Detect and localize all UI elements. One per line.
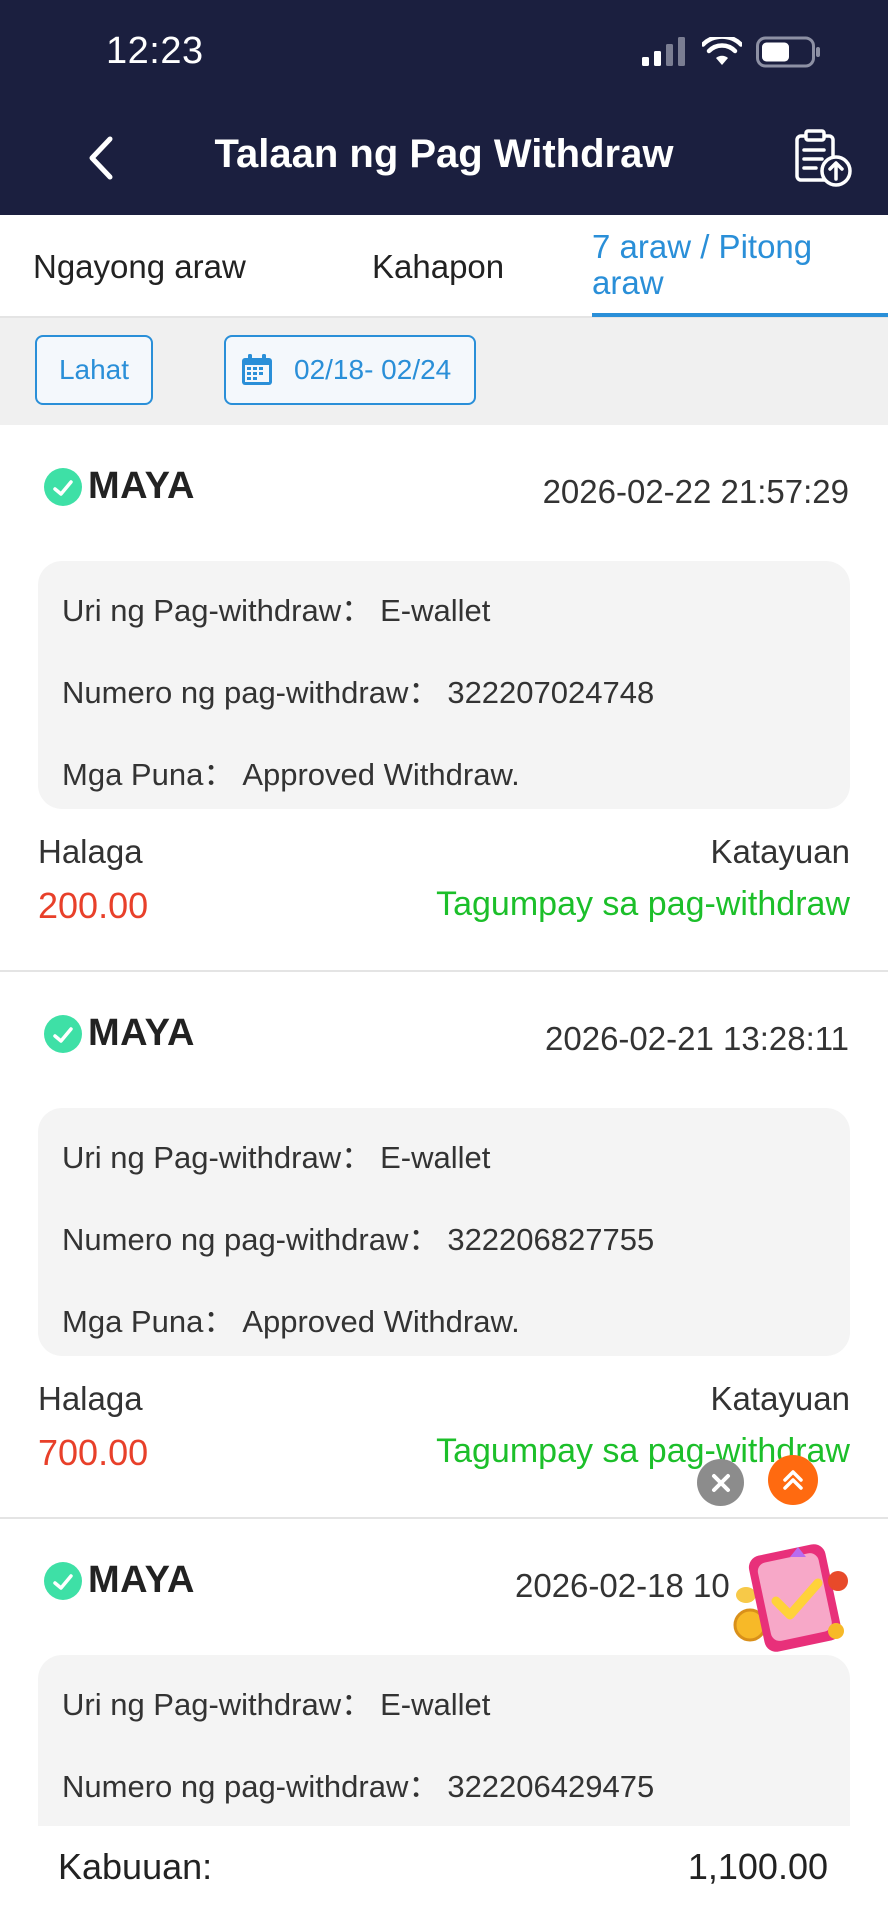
total-bar: Kabuuan: 1,100.00 xyxy=(0,1826,888,1920)
amount-label: Halaga xyxy=(38,1380,143,1417)
remarks-value: Approved Withdraw. xyxy=(242,757,520,792)
status-icons xyxy=(640,36,822,68)
provider-name: MAYA xyxy=(88,1559,195,1601)
filter-all-label: Lahat xyxy=(58,354,130,385)
clipboard-upload-icon xyxy=(795,129,852,187)
promo-task-icon[interactable] xyxy=(728,1535,858,1663)
withdraw-record[interactable]: MAYA 2026-02-21 13:28:11 Uri ng Pag-with… xyxy=(0,972,888,1519)
number-value: 322207024748 xyxy=(447,675,655,710)
record-datetime: 2026-02-22 21:57:29 xyxy=(542,473,849,510)
status-time: 12:23 xyxy=(106,30,204,72)
close-icon xyxy=(711,1473,730,1492)
status-label: Katayuan xyxy=(710,833,850,870)
type-label: Uri ng Pag-withdraw： xyxy=(62,1687,373,1722)
withdraw-record[interactable]: MAYA 2026-02-22 21:57:29 Uri ng Pag-with… xyxy=(0,425,888,972)
close-floating-button[interactable] xyxy=(697,1459,744,1506)
provider-name: MAYA xyxy=(88,465,195,507)
detail-remarks: Mga Puna： Approved Withdraw. xyxy=(62,749,520,794)
scroll-to-top-button[interactable] xyxy=(768,1455,818,1505)
detail-type: Uri ng Pag-withdraw： E-wallet xyxy=(62,585,490,630)
date-tabs: Ngayong araw Kahapon 7 araw / Pitong ara… xyxy=(0,215,888,318)
provider: MAYA xyxy=(44,1012,195,1055)
record-details: Uri ng Pag-withdraw： E-wallet Numero ng p… xyxy=(38,1655,850,1826)
detail-number: Numero ng pag-withdraw： 322207024748 xyxy=(62,667,654,712)
provider: MAYA xyxy=(44,465,195,508)
status-label: Katayuan xyxy=(710,1380,850,1417)
date-range-button[interactable]: 02/18- 02/24 xyxy=(224,335,476,405)
active-tab-indicator xyxy=(592,313,888,317)
maya-logo-icon xyxy=(44,467,82,506)
type-value: E-wallet xyxy=(380,1687,491,1722)
amount-label: Halaga xyxy=(38,833,143,870)
type-value: E-wallet xyxy=(380,1140,491,1175)
maya-logo-icon xyxy=(44,1014,82,1053)
page-title: Talaan ng Pag Withdraw xyxy=(214,132,674,176)
type-label: Uri ng Pag-withdraw： xyxy=(62,1140,373,1175)
double-chevron-up-icon xyxy=(783,1470,803,1490)
date-range-label: 02/18- 02/24 xyxy=(294,354,452,385)
type-value: E-wallet xyxy=(380,593,491,628)
detail-type: Uri ng Pag-withdraw： E-wallet xyxy=(62,1679,490,1724)
calendar-icon xyxy=(242,354,272,385)
status-value: Tagumpay sa pag-withdraw xyxy=(436,885,850,923)
detail-type: Uri ng Pag-withdraw： E-wallet xyxy=(62,1132,490,1177)
total-value: 1,100.00 xyxy=(687,1846,828,1887)
filter-bar: Lahat 02/18- 02/24 xyxy=(0,318,888,425)
number-label: Numero ng pag-withdraw： xyxy=(62,1222,440,1257)
record-details: Uri ng Pag-withdraw： E-wallet Numero ng p… xyxy=(38,561,850,809)
tab-seven-days[interactable]: 7 araw / Pitong araw xyxy=(592,215,872,318)
record-details: Uri ng Pag-withdraw： E-wallet Numero ng p… xyxy=(38,1108,850,1356)
battery-icon xyxy=(756,36,820,68)
wifi-icon xyxy=(702,37,742,65)
total-label: Kabuuan: xyxy=(58,1846,213,1887)
number-label: Numero ng pag-withdraw： xyxy=(62,1769,440,1804)
signal-icon xyxy=(642,37,685,66)
maya-logo-icon xyxy=(44,1561,82,1600)
record-datetime: 2026-02-21 13:28:11 xyxy=(545,1020,849,1057)
detail-number: Numero ng pag-withdraw： 322206827755 xyxy=(62,1214,654,1259)
tab-today[interactable]: Ngayong araw xyxy=(33,215,246,318)
number-label: Numero ng pag-withdraw： xyxy=(62,675,440,710)
filter-all-button[interactable]: Lahat xyxy=(35,335,153,405)
app-header: 12:23 Talaan ng Pag Withdraw xyxy=(0,0,888,215)
provider-name: MAYA xyxy=(88,1012,195,1054)
amount-value: 200.00 xyxy=(38,885,149,926)
title-row: Talaan ng Pag Withdraw xyxy=(0,118,888,198)
export-records-button[interactable] xyxy=(792,128,854,188)
type-label: Uri ng Pag-withdraw： xyxy=(62,593,373,628)
detail-number: Numero ng pag-withdraw： 322206429475 xyxy=(62,1761,654,1806)
provider: MAYA xyxy=(44,1559,195,1602)
tab-yesterday[interactable]: Kahapon xyxy=(372,215,504,318)
record-datetime: 2026-02-18 10 xyxy=(515,1567,730,1604)
remarks-label: Mga Puna： xyxy=(62,757,235,792)
remarks-label: Mga Puna： xyxy=(62,1304,235,1339)
amount-value: 700.00 xyxy=(38,1432,149,1473)
number-value: 322206429475 xyxy=(447,1769,655,1804)
number-value: 322206827755 xyxy=(447,1222,655,1257)
detail-remarks: Mga Puna： Approved Withdraw. xyxy=(62,1296,520,1341)
remarks-value: Approved Withdraw. xyxy=(242,1304,520,1339)
